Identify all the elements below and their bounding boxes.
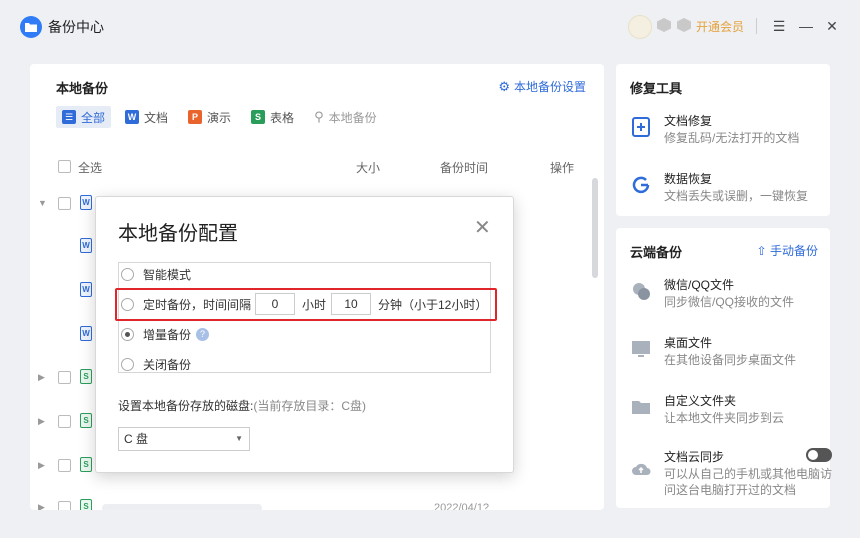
- tab-all[interactable]: ☰ 全部: [56, 106, 112, 128]
- spreadsheet-file-icon: S: [80, 457, 92, 472]
- list-icon: ☰: [62, 110, 76, 124]
- scrollbar[interactable]: [592, 178, 598, 278]
- upload-icon: ⇧: [756, 244, 767, 258]
- document-repair-item[interactable]: 文档修复 修复乱码/无法打开的文档: [630, 112, 826, 152]
- word-file-icon: W: [80, 238, 92, 253]
- highlight-box: [115, 288, 497, 321]
- folder-icon: [632, 401, 650, 414]
- cloud-sync-toggle[interactable]: [806, 448, 832, 462]
- avatar[interactable]: [628, 15, 652, 39]
- data-recovery-icon: [632, 176, 650, 194]
- manual-backup-button[interactable]: ⇧ 手动备份: [757, 242, 818, 259]
- custom-folder-item[interactable]: 自定义文件夹 让本地文件夹同步到云: [630, 392, 826, 432]
- tab-docs[interactable]: W 文档: [119, 106, 174, 128]
- word-file-icon: W: [80, 326, 92, 341]
- document-repair-icon: [632, 117, 650, 137]
- cloud-backup-title: 云端备份: [630, 245, 683, 260]
- settings-gear-icon: ⚙: [498, 78, 510, 94]
- local-backup-config-dialog: 本地备份配置 ✕ 智能模式 定时备份，时间间隔 增量备份 ? 关闭备份 0 小时…: [95, 196, 514, 473]
- badge-icon: [657, 18, 671, 32]
- chevron-down-icon: ▼: [235, 434, 243, 443]
- spreadsheet-file-icon: S: [80, 413, 92, 428]
- table-header: 全选 大小 备份时间 操作: [56, 158, 576, 178]
- repair-tools-panel: 修复工具 文档修复 修复乱码/无法打开的文档 数据恢复 文档丢失或误删，一键恢复: [616, 64, 830, 216]
- column-action: 操作: [550, 161, 575, 175]
- tab-presentations[interactable]: P 演示: [182, 106, 237, 128]
- row-checkbox[interactable]: [58, 371, 71, 384]
- disk-setting-label: 设置本地备份存放的磁盘:(当前存放目录：C盘): [118, 399, 367, 413]
- title-bar: 备份中心 开通会员 ☰ — ✕: [0, 0, 860, 52]
- word-file-icon: W: [80, 195, 92, 210]
- dialog-title: 本地备份配置: [118, 223, 238, 245]
- spreadsheet-file-icon: S: [80, 499, 92, 510]
- collapse-arrow-icon[interactable]: ▶: [38, 460, 45, 471]
- cloud-backup-panel: 云端备份 ⇧ 手动备份 微信/QQ文件 同步微信/QQ接收的文件 桌面文件 在其…: [616, 228, 832, 508]
- panel-title: 本地备份: [56, 81, 109, 96]
- desktop-icon: [632, 341, 650, 357]
- row-backup-time: 2022/04/1?: [434, 502, 490, 510]
- word-file-icon: W: [80, 282, 92, 297]
- repair-tools-title: 修复工具: [630, 81, 683, 96]
- document-cloud-sync-item[interactable]: 文档云同步 可以从自己的手机或其他电脑访问这台电脑打开过的文档: [630, 448, 832, 498]
- data-recovery-item[interactable]: 数据恢复 文档丢失或误删，一键恢复: [630, 170, 826, 210]
- cloud-chat-icon: [633, 283, 650, 300]
- vip-badge-icon: [677, 18, 691, 32]
- disable-backup-option[interactable]: 关闭备份: [121, 354, 191, 372]
- expand-arrow-icon[interactable]: ▼: [38, 198, 47, 208]
- help-icon[interactable]: ?: [196, 327, 210, 341]
- desktop-files-item[interactable]: 桌面文件 在其他设备同步桌面文件: [630, 334, 826, 374]
- app-logo-icon: [20, 16, 42, 38]
- select-all-checkbox[interactable]: [58, 160, 71, 173]
- word-doc-icon: W: [125, 110, 140, 124]
- incremental-backup-radio[interactable]: [121, 327, 134, 341]
- wechat-qq-files-item[interactable]: 微信/QQ文件 同步微信/QQ接收的文件: [630, 276, 826, 316]
- incremental-backup-option[interactable]: 增量备份 ?: [121, 324, 210, 344]
- smart-mode-radio[interactable]: [121, 267, 134, 281]
- vip-link[interactable]: 开通会员: [696, 18, 744, 35]
- column-size: 大小: [356, 161, 381, 175]
- title-separator: [756, 18, 757, 34]
- collapse-arrow-icon[interactable]: ▶: [38, 502, 45, 510]
- cloud-upload-icon: [632, 463, 651, 475]
- collapse-arrow-icon[interactable]: ▶: [38, 416, 45, 427]
- disable-backup-radio[interactable]: [121, 357, 134, 371]
- column-backup-time: 备份时间: [440, 161, 489, 175]
- disk-select[interactable]: C 盘 ▼: [118, 427, 250, 451]
- local-backup-settings-link[interactable]: ⚙ 本地备份设置: [498, 78, 586, 95]
- tab-spreadsheets[interactable]: S 表格: [245, 106, 300, 128]
- presentation-icon: P: [188, 110, 203, 124]
- file-type-tabs: ☰ 全部 W 文档 P 演示 S 表格 ⚲ 本地备份: [56, 106, 383, 128]
- search-local-backup[interactable]: ⚲ 本地备份: [308, 106, 383, 128]
- row-checkbox[interactable]: [58, 459, 71, 472]
- row-checkbox[interactable]: [58, 415, 71, 428]
- minimize-icon[interactable]: —: [796, 16, 816, 36]
- app-title: 备份中心: [48, 19, 104, 35]
- collapse-arrow-icon[interactable]: ▶: [38, 372, 45, 383]
- row-checkbox[interactable]: [58, 501, 71, 510]
- spreadsheet-file-icon: S: [80, 369, 92, 384]
- close-icon[interactable]: ✕: [822, 16, 842, 36]
- dialog-close-icon[interactable]: ✕: [474, 218, 491, 238]
- row-checkbox[interactable]: [58, 197, 71, 210]
- smart-mode-option[interactable]: 智能模式: [121, 264, 191, 284]
- select-all-label: 全选: [78, 161, 103, 175]
- blurred-filename: [102, 504, 262, 510]
- search-icon: ⚲: [314, 109, 324, 124]
- spreadsheet-icon: S: [251, 110, 266, 124]
- menu-icon[interactable]: ☰: [769, 16, 789, 36]
